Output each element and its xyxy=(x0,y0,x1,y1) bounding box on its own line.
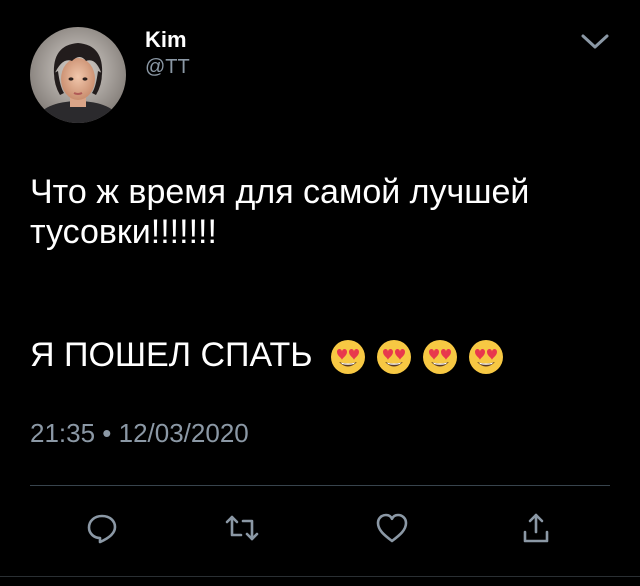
divider xyxy=(30,485,610,486)
retweet-icon xyxy=(225,515,259,541)
share-button[interactable] xyxy=(516,508,556,548)
emoji-row xyxy=(330,339,504,375)
user-handle[interactable]: @TT xyxy=(145,56,190,78)
chevron-down-icon xyxy=(581,34,609,49)
tweet-text-line2: Я ПОШЕЛ СПАТЬ xyxy=(30,335,504,375)
tweet-text-caps: Я ПОШЕЛ СПАТЬ xyxy=(30,336,313,374)
reply-icon xyxy=(87,514,117,544)
avatar[interactable] xyxy=(30,27,126,123)
tweet-menu-button[interactable] xyxy=(578,28,612,54)
like-button[interactable] xyxy=(372,508,412,548)
avatar-photo xyxy=(30,27,126,123)
heart-eyes-emoji xyxy=(331,340,366,375)
heart-eyes-emoji xyxy=(377,340,412,375)
heart-eyes-emoji xyxy=(469,340,504,375)
tweet-timestamp[interactable]: 21:35 • 12/03/2020 xyxy=(30,418,249,448)
bottom-divider xyxy=(0,576,640,577)
share-icon xyxy=(523,513,549,543)
reply-button[interactable] xyxy=(82,508,122,548)
retweet-button[interactable] xyxy=(222,508,262,548)
user-name[interactable]: Kim xyxy=(145,28,187,52)
like-icon xyxy=(376,513,408,543)
heart-eyes-emoji xyxy=(423,340,458,375)
tweet-text: Что ж время для самой лучшей тусовки!!!!… xyxy=(30,173,530,251)
